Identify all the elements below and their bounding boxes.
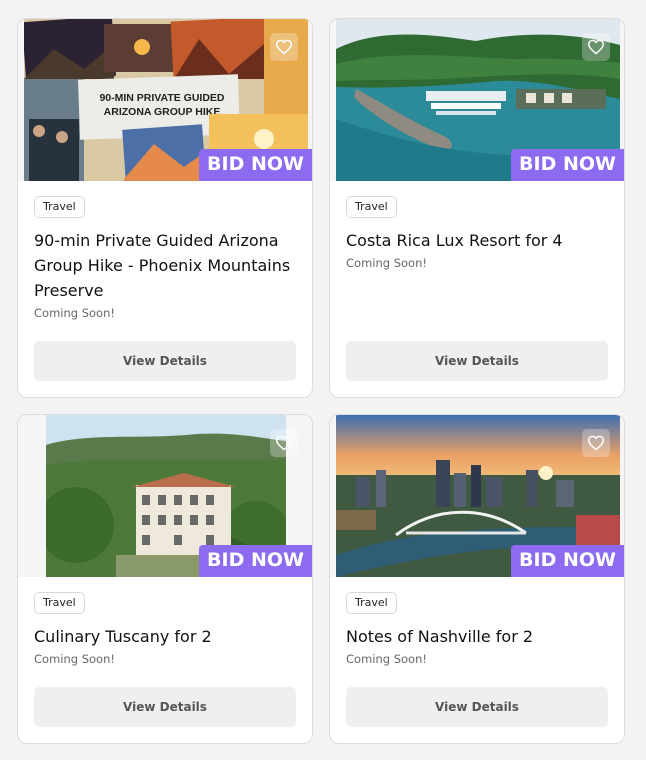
item-title[interactable]: Costa Rica Lux Resort for 4: [346, 228, 608, 253]
bid-now-badge[interactable]: BID NOW: [199, 149, 312, 181]
auction-card[interactable]: BID NOW Travel Culinary Tuscany for 2 Co…: [17, 414, 313, 744]
item-title[interactable]: Notes of Nashville for 2: [346, 624, 608, 649]
category-tag: Travel: [346, 592, 397, 614]
card-image[interactable]: BID NOW: [330, 415, 624, 577]
view-details-button[interactable]: View Details: [34, 687, 296, 727]
item-title[interactable]: Culinary Tuscany for 2: [34, 624, 296, 649]
heart-outline-icon: [587, 39, 605, 55]
svg-text:90-MIN PRIVATE GUIDED: 90-MIN PRIVATE GUIDED: [99, 92, 224, 104]
auction-grid: 90-MIN PRIVATE GUIDED ARIZONA GROUP HIKE…: [17, 18, 625, 744]
bid-now-badge[interactable]: BID NOW: [199, 545, 312, 577]
heart-outline-icon: [275, 39, 293, 55]
auction-card[interactable]: BID NOW Travel Notes of Nashville for 2 …: [329, 414, 625, 744]
category-tag: Travel: [34, 592, 85, 614]
category-tag: Travel: [34, 196, 85, 218]
auction-card[interactable]: 90-MIN PRIVATE GUIDED ARIZONA GROUP HIKE…: [17, 18, 313, 398]
bid-now-badge[interactable]: BID NOW: [511, 149, 624, 181]
view-details-button[interactable]: View Details: [346, 341, 608, 381]
card-image[interactable]: 90-MIN PRIVATE GUIDED ARIZONA GROUP HIKE…: [18, 19, 312, 181]
favorite-button[interactable]: [582, 33, 610, 61]
item-title[interactable]: 90-min Private Guided Arizona Group Hike…: [34, 228, 296, 303]
svg-text:ARIZONA GROUP HIKE: ARIZONA GROUP HIKE: [104, 106, 221, 118]
heart-outline-icon: [587, 435, 605, 451]
heart-outline-icon: [275, 435, 293, 451]
status-text: Coming Soon!: [346, 652, 427, 666]
favorite-button[interactable]: [582, 429, 610, 457]
status-text: Coming Soon!: [34, 652, 115, 666]
status-text: Coming Soon!: [346, 256, 427, 270]
view-details-button[interactable]: View Details: [34, 341, 296, 381]
card-image[interactable]: BID NOW: [18, 415, 312, 577]
auction-card[interactable]: BID NOW Travel Costa Rica Lux Resort for…: [329, 18, 625, 398]
favorite-button[interactable]: [270, 33, 298, 61]
favorite-button[interactable]: [270, 429, 298, 457]
card-image[interactable]: BID NOW: [330, 19, 624, 181]
category-tag: Travel: [346, 196, 397, 218]
bid-now-badge[interactable]: BID NOW: [511, 545, 624, 577]
view-details-button[interactable]: View Details: [346, 687, 608, 727]
status-text: Coming Soon!: [34, 306, 115, 320]
